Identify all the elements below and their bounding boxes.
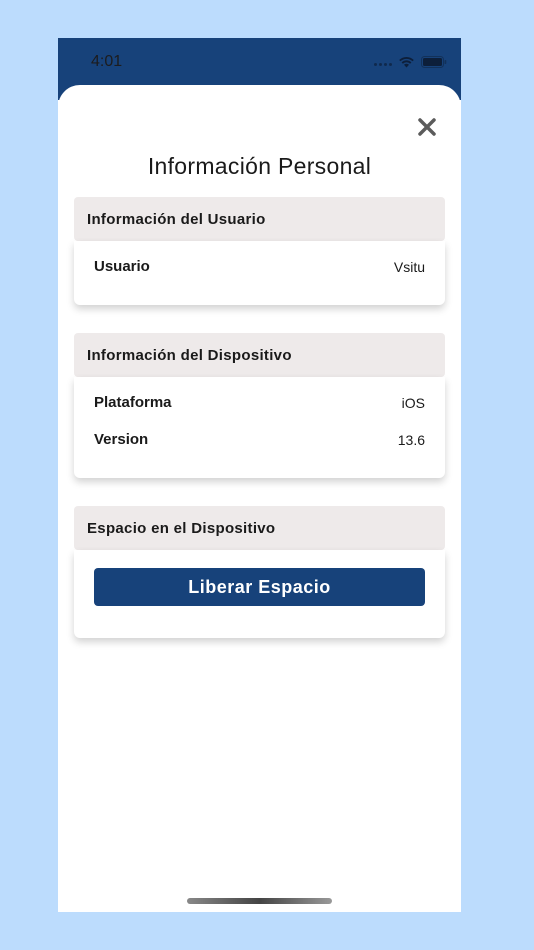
user-value: Vsitu [393,258,425,275]
storage-card: Liberar Espacio [74,550,445,638]
page-title: Información Personal [147,153,372,179]
status-time: 4:01 [91,53,123,70]
close-icon [418,118,436,136]
user-info-section: Información del Usuario Usuario Vsitu [74,197,445,305]
wifi-icon [398,55,415,73]
close-button[interactable] [415,115,439,139]
user-row: Usuario Vsitu [94,258,425,275]
section-header-device: Información del Dispositivo [74,333,445,377]
device-info-section: Información del Dispositivo Plataforma i… [74,333,445,478]
version-value: 13.6 [397,431,425,448]
section-header-user: Información del Usuario [74,197,445,241]
status-icons [374,55,447,73]
version-label: Version [94,431,149,448]
storage-section: Espacio en el Dispositivo Liberar Espaci… [74,506,445,638]
user-label: Usuario [94,258,150,275]
section-header-storage: Espacio en el Dispositivo [74,506,445,550]
platform-value: iOS [401,394,425,411]
phone-screen: 4:01 Información Personal Información de… [58,38,461,912]
battery-icon [421,55,447,73]
home-indicator [187,898,332,904]
user-info-card: Usuario Vsitu [74,241,445,305]
version-row: Version 13.6 [94,431,425,448]
device-info-card: Plataforma iOS Version 13.6 [74,377,445,478]
personal-info-sheet: Información Personal Información del Usu… [58,85,461,912]
platform-row: Plataforma iOS [94,394,425,411]
platform-label: Plataforma [94,394,172,411]
free-space-button[interactable]: Liberar Espacio [94,568,425,606]
signal-dots-icon [374,62,392,66]
